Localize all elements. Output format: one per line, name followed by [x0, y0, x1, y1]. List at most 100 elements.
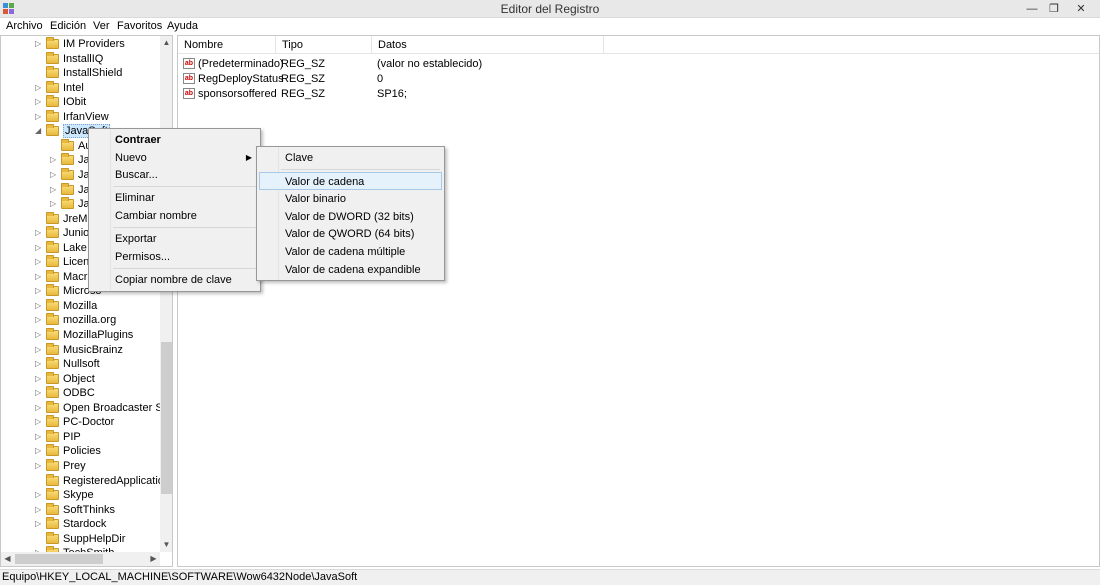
menu-item-nuevo[interactable]: Nuevo ▶ — [91, 149, 258, 167]
tree-item[interactable]: ▷ IrfanView — [1, 109, 161, 124]
expand-arrow-icon[interactable]: ▷ — [35, 97, 43, 106]
folder-icon — [46, 415, 59, 428]
tree-item-label: MusicBrainz — [63, 343, 123, 356]
tree-vertical-scrollbar[interactable]: ▲ ▼ — [160, 36, 172, 552]
menu-item-cambiar-nombre[interactable]: Cambiar nombre — [91, 207, 258, 225]
column-nombre[interactable]: Nombre — [178, 36, 276, 54]
value-name: (Predeterminado) — [198, 58, 284, 70]
tree-item[interactable]: ▷ Stardock — [1, 517, 161, 531]
expand-arrow-icon[interactable]: ▷ — [35, 388, 43, 397]
submenu-item-valor-cadena-expandible[interactable]: Valor de cadena expandible — [259, 261, 442, 279]
tree-item[interactable]: ▷ Policies — [1, 444, 161, 458]
tree-item[interactable]: ▷ PC-Doctor — [1, 415, 161, 429]
tree-item-label: RegisteredApplications — [63, 474, 173, 487]
tree-item[interactable]: ▷ Object — [1, 371, 161, 386]
expand-arrow-icon[interactable]: ▷ — [35, 403, 43, 412]
expand-arrow-icon[interactable]: ▷ — [35, 374, 43, 383]
expand-arrow-icon[interactable]: ▷ — [35, 257, 43, 266]
menu-archivo[interactable]: Archivo — [6, 20, 43, 32]
tree-item[interactable]: ▷ IObit — [1, 95, 161, 109]
submenu-item-valor-binario[interactable]: Valor binario — [259, 190, 442, 208]
expand-arrow-icon[interactable]: ▷ — [35, 83, 43, 92]
expand-arrow-icon[interactable]: ▷ — [50, 155, 58, 164]
close-button[interactable]: ✕ — [1062, 0, 1100, 18]
expand-arrow-icon[interactable]: ▷ — [35, 345, 43, 354]
tree-item[interactable]: ▷ Prey — [1, 458, 161, 473]
tree-horizontal-scrollbar[interactable]: ◀ ▶ — [1, 552, 160, 566]
column-datos[interactable]: Datos — [372, 36, 604, 54]
scroll-thumb[interactable] — [161, 342, 172, 494]
expand-arrow-icon[interactable]: ▷ — [35, 272, 43, 281]
tree-item[interactable]: ▷ Intel — [1, 80, 161, 95]
scroll-left-icon[interactable]: ◀ — [1, 552, 14, 566]
tree-item[interactable]: SuppHelpDir — [1, 531, 161, 546]
tree-item[interactable]: ▷ PIP — [1, 429, 161, 444]
expand-arrow-icon[interactable]: ▷ — [35, 461, 43, 470]
folder-icon — [46, 37, 59, 49]
submenu-item-valor-qword[interactable]: Valor de QWORD (64 bits) — [259, 225, 442, 243]
value-row[interactable]: ab RegDeployStatus REG_SZ 0 — [178, 71, 1099, 87]
menu-ayuda[interactable]: Ayuda — [167, 20, 198, 32]
menu-item-exportar[interactable]: Exportar — [91, 230, 258, 248]
tree-item[interactable]: ▷ SoftThinks — [1, 502, 161, 517]
expand-arrow-icon[interactable]: ▷ — [35, 417, 43, 426]
menu-edicion[interactable]: Edición — [50, 20, 86, 32]
tree-item[interactable]: ▷ Open Broadcaster Softw — [1, 400, 172, 415]
expand-arrow-icon[interactable]: ▷ — [35, 243, 43, 252]
menu-separator — [113, 227, 258, 228]
expand-arrow-icon[interactable]: ▷ — [50, 185, 58, 194]
menu-ver[interactable]: Ver — [93, 20, 110, 32]
submenu-item-valor-de-cadena[interactable]: Valor de cadena — [259, 172, 442, 190]
tree-item[interactable]: InstallIQ — [1, 51, 161, 66]
tree-item[interactable]: ▷ mozilla.org — [1, 313, 161, 327]
tree-item[interactable]: ▷ IM Providers — [1, 37, 161, 51]
expand-arrow-icon[interactable]: ▷ — [35, 330, 43, 339]
folder-icon — [46, 255, 59, 268]
menu-item-copiar-nombre-de-clave[interactable]: Copiar nombre de clave — [91, 271, 258, 289]
expand-arrow-icon[interactable]: ▷ — [50, 199, 58, 208]
expand-arrow-icon[interactable]: ▷ — [35, 359, 43, 368]
submenu-item-valor-dword[interactable]: Valor de DWORD (32 bits) — [259, 208, 442, 226]
menu-item-contraer[interactable]: Contraer — [91, 131, 258, 149]
scroll-right-icon[interactable]: ▶ — [147, 552, 160, 566]
expand-arrow-icon[interactable]: ▷ — [35, 519, 43, 528]
expand-arrow-icon[interactable]: ▷ — [35, 315, 43, 324]
expand-arrow-icon[interactable]: ▷ — [35, 301, 43, 310]
expand-arrow-icon[interactable]: ▷ — [35, 505, 43, 514]
tree-item[interactable]: ▷ ODBC — [1, 386, 161, 400]
key-tree[interactable]: ▷ IM Providers InstallIQ InstallShield ▷ Inte… — [0, 35, 173, 567]
value-type: REG_SZ — [281, 58, 326, 70]
expand-arrow-icon[interactable]: ▷ — [35, 112, 43, 121]
expand-arrow-icon[interactable]: ▷ — [35, 39, 43, 48]
expand-arrow-icon[interactable]: ▷ — [35, 228, 43, 237]
collapse-arrow-icon[interactable]: ◢ — [35, 126, 43, 135]
tree-item[interactable]: RegisteredApplications — [1, 473, 172, 488]
expand-arrow-icon[interactable]: ▷ — [35, 490, 43, 499]
menu-item-buscar[interactable]: Buscar... — [91, 166, 258, 184]
title-bar: Editor del Registro — ❐ ✕ — [0, 0, 1100, 18]
expand-arrow-icon[interactable]: ▷ — [35, 432, 43, 441]
values-list[interactable]: Nombre Tipo Datos ab (Predeterminado) RE… — [177, 35, 1100, 567]
tree-item[interactable]: ▷ Skype — [1, 488, 161, 502]
menu-item-eliminar[interactable]: Eliminar — [91, 189, 258, 207]
scroll-down-icon[interactable]: ▼ — [160, 538, 172, 552]
value-row[interactable]: ab (Predeterminado) REG_SZ (valor no est… — [178, 56, 1099, 72]
tree-item[interactable]: ▷ MozillaPlugins — [1, 328, 161, 342]
value-row[interactable]: ab sponsorsoffered REG_SZ SP16; — [178, 86, 1099, 102]
tree-item[interactable]: InstallShield — [1, 66, 161, 80]
tree-item[interactable]: ▷ Nullsoft — [1, 357, 161, 371]
expand-arrow-icon[interactable]: ▷ — [50, 170, 58, 179]
value-data: (valor no establecido) — [377, 58, 483, 70]
expand-arrow-icon[interactable]: ▷ — [35, 286, 43, 295]
scroll-thumb[interactable] — [15, 554, 103, 564]
tree-item[interactable]: ▷ MusicBrainz — [1, 342, 161, 357]
tree-item-label: Prey — [63, 459, 86, 472]
menu-item-permisos[interactable]: Permisos... — [91, 248, 258, 266]
column-tipo[interactable]: Tipo — [276, 36, 372, 54]
menu-favoritos[interactable]: Favoritos — [117, 20, 162, 32]
submenu-item-valor-cadena-multiple[interactable]: Valor de cadena múltiple — [259, 243, 442, 261]
expand-arrow-icon[interactable]: ▷ — [35, 446, 43, 455]
submenu-item-clave[interactable]: Clave — [259, 149, 442, 167]
tree-item[interactable]: ▷ Mozilla — [1, 298, 161, 313]
scroll-up-icon[interactable]: ▲ — [160, 36, 172, 50]
